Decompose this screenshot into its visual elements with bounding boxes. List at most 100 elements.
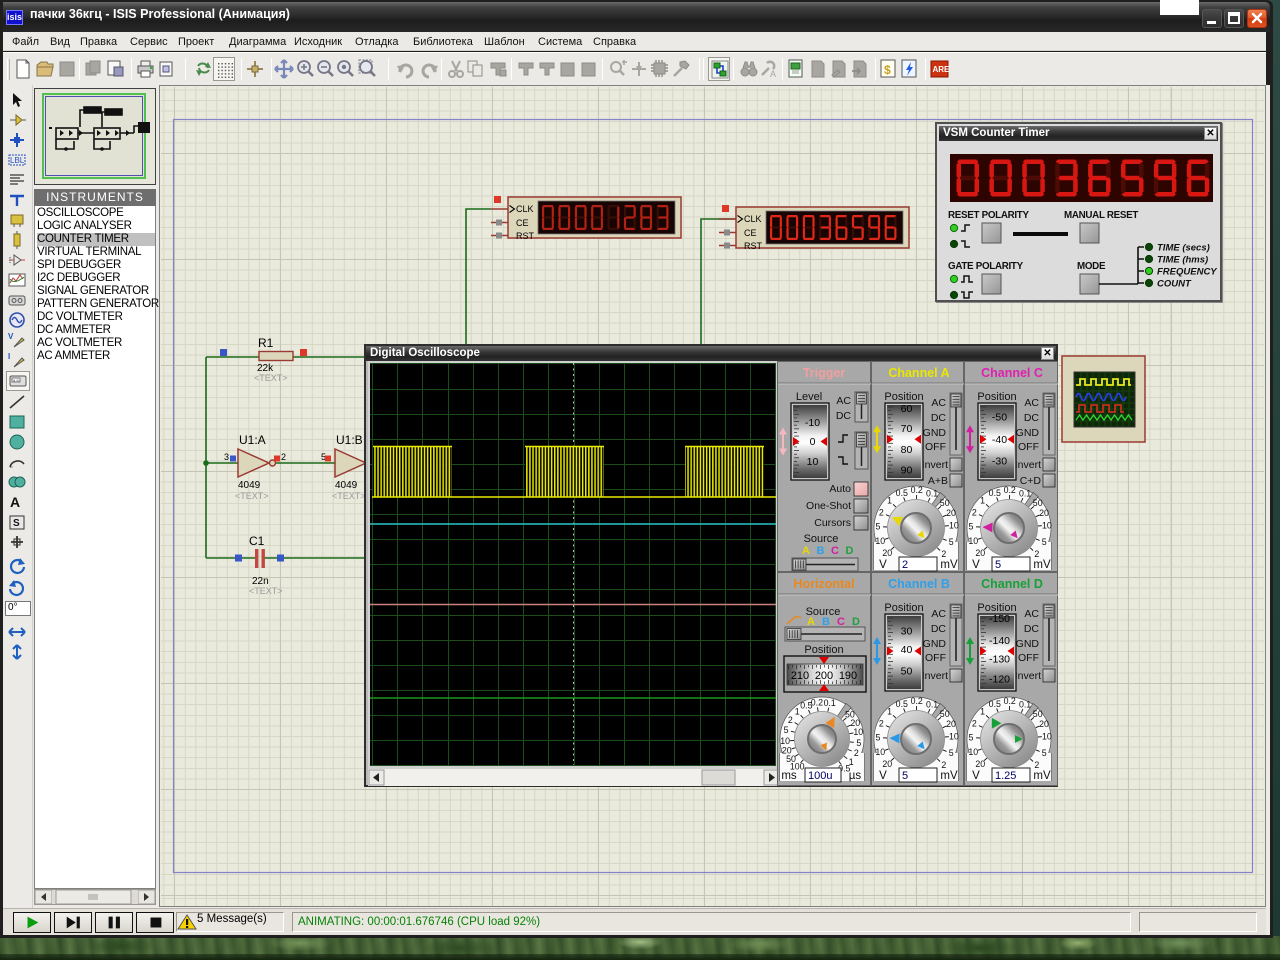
svg-text:OFF: OFF [1018, 441, 1039, 453]
svg-text:200: 200 [815, 670, 833, 682]
svg-text:DC: DC [1024, 623, 1040, 635]
svg-text:5: 5 [948, 537, 953, 547]
svg-text:3: 3 [224, 452, 229, 462]
svg-text:50: 50 [1033, 709, 1043, 719]
svg-text:0.5: 0.5 [989, 699, 1001, 709]
svg-text:210: 210 [791, 670, 809, 682]
svg-text:20: 20 [1039, 508, 1049, 518]
svg-text:0.2: 0.2 [910, 485, 922, 495]
svg-text:2: 2 [878, 719, 883, 729]
svg-text:60: 60 [900, 403, 912, 415]
svg-text:30: 30 [900, 626, 912, 638]
svg-text:GND: GND [922, 427, 946, 439]
svg-text:5: 5 [948, 748, 953, 758]
svg-text:Position: Position [884, 602, 923, 614]
svg-text:OFF: OFF [925, 652, 946, 664]
svg-text:Invert: Invert [1015, 670, 1041, 682]
svg-text:2: 2 [941, 549, 946, 559]
svg-text:Invert: Invert [921, 459, 947, 471]
svg-text:1: 1 [980, 707, 985, 717]
svg-text:Level: Level [796, 391, 822, 403]
svg-text:2: 2 [788, 715, 793, 725]
svg-text:2: 2 [972, 508, 977, 518]
svg-text:CLK: CLK [516, 204, 534, 214]
svg-text:50: 50 [900, 666, 912, 678]
svg-text:20: 20 [975, 759, 985, 769]
svg-text:1: 1 [980, 496, 985, 506]
svg-text:5: 5 [969, 522, 974, 532]
svg-text:GND: GND [1016, 427, 1040, 439]
svg-text:0.2: 0.2 [1004, 485, 1016, 495]
svg-text:10: 10 [875, 536, 885, 546]
svg-text:10: 10 [875, 747, 885, 757]
svg-text:0.5: 0.5 [989, 488, 1001, 498]
svg-text:CE: CE [516, 218, 529, 228]
svg-text:mV: mV [1033, 770, 1051, 782]
svg-text:10: 10 [949, 520, 959, 530]
svg-text:C: C [831, 545, 839, 557]
svg-text:-40: -40 [992, 434, 1007, 446]
svg-text:LBL: LBL [10, 156, 25, 165]
svg-text:5: 5 [784, 725, 789, 735]
svg-text:S: S [13, 518, 20, 529]
svg-text:AC: AC [931, 608, 946, 620]
svg-text:DC: DC [836, 410, 852, 422]
svg-text:Channel C: Channel C [981, 366, 1043, 380]
svg-text:5: 5 [995, 559, 1001, 571]
svg-text:50: 50 [939, 709, 949, 719]
svg-text:<TEXT>: <TEXT> [235, 491, 269, 501]
svg-text:I: I [8, 352, 10, 361]
svg-text:0.5: 0.5 [895, 699, 907, 709]
svg-text:DC: DC [930, 412, 946, 424]
svg-text:2: 2 [902, 559, 908, 571]
svg-text:190: 190 [839, 670, 857, 682]
svg-text:TIME (secs): TIME (secs) [1157, 243, 1210, 254]
svg-text:50: 50 [939, 498, 949, 508]
svg-text:0.2: 0.2 [910, 696, 922, 706]
svg-text:0.2: 0.2 [811, 697, 823, 707]
svg-text:20: 20 [946, 508, 956, 518]
svg-text:ms: ms [781, 770, 797, 782]
svg-text:1.25: 1.25 [995, 770, 1016, 782]
svg-text:AC: AC [1024, 397, 1039, 409]
svg-text:100u: 100u [808, 770, 832, 782]
svg-text:Position: Position [804, 644, 843, 656]
svg-text:ARES: ARES [933, 65, 951, 74]
svg-text:<TEXT>: <TEXT> [249, 586, 283, 596]
svg-text:R1: R1 [258, 336, 274, 350]
svg-text:0: 0 [810, 436, 816, 448]
svg-text:TIME (hms): TIME (hms) [1157, 255, 1208, 266]
svg-text:80: 80 [900, 444, 912, 456]
svg-text:A: A [10, 494, 20, 510]
svg-text:mV: mV [940, 770, 958, 782]
svg-text:-140: -140 [989, 635, 1010, 647]
svg-text:Invert: Invert [1015, 459, 1041, 471]
svg-text:-130: -130 [989, 653, 1010, 665]
svg-text:4049: 4049 [335, 480, 358, 491]
svg-text:mV: mV [940, 559, 958, 571]
svg-text:GND: GND [922, 638, 946, 650]
svg-text:V: V [8, 332, 14, 341]
svg-text:-150: -150 [989, 613, 1010, 625]
svg-text:OFF: OFF [1018, 652, 1039, 664]
svg-text:0.1: 0.1 [925, 700, 937, 710]
svg-text:U1:A: U1:A [239, 433, 266, 447]
svg-text:1: 1 [795, 707, 800, 717]
svg-text:A: A [807, 616, 815, 628]
svg-text:RST: RST [744, 241, 763, 251]
svg-text:5: 5 [875, 522, 880, 532]
svg-text:Invert: Invert [921, 670, 947, 682]
svg-text:Horizontal: Horizontal [793, 577, 854, 591]
svg-text:2: 2 [1034, 549, 1039, 559]
svg-text:2: 2 [1034, 760, 1039, 770]
svg-text:10: 10 [1042, 520, 1052, 530]
svg-text:B: B [817, 545, 825, 557]
svg-text:5: 5 [1042, 748, 1047, 758]
svg-text:V: V [972, 559, 980, 571]
svg-text:A+B: A+B [927, 475, 947, 487]
svg-text:0.1: 0.1 [1019, 489, 1031, 499]
svg-text:Cursors: Cursors [814, 517, 851, 529]
svg-text:Trigger: Trigger [803, 366, 846, 380]
svg-text:5: 5 [969, 733, 974, 743]
svg-text:1: 1 [887, 707, 892, 717]
